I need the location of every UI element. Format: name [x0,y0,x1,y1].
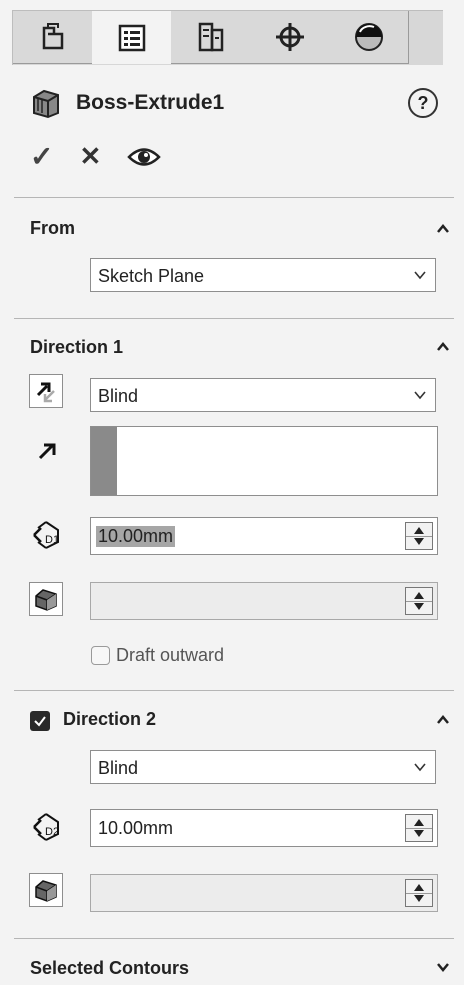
direction2-end-condition-value: Blind [98,758,139,778]
draft-angle-spinner[interactable] [405,879,433,907]
direction2-draft-angle-input[interactable] [90,874,438,912]
chevron-down-icon [414,763,426,772]
chevron-down-icon[interactable] [436,960,450,974]
divider [14,938,454,939]
display-manager-icon [354,23,383,51]
tab-display-manager[interactable] [329,11,409,64]
property-header: Boss-Extrude1 ? [30,88,440,119]
chevron-down-icon [414,271,426,280]
selection-color-bar [91,427,117,495]
page-title: Boss-Extrude1 [76,91,225,114]
direction-arrow-icon [38,443,56,460]
divider [14,690,454,691]
depth-d2-icon: D2 [33,813,59,841]
draft-icon [35,589,57,611]
draft-icon [35,880,57,902]
configuration-manager-icon [198,22,223,52]
divider [14,318,454,319]
action-bar: ✓ ✕ [30,140,162,173]
check-icon [34,716,46,727]
direction2-checkbox[interactable] [30,711,50,731]
selected-contours-section-title: Selected Contours [30,958,190,978]
tab-dimxpert-manager[interactable] [250,11,330,64]
draft-outward-label: Draft outward [116,645,225,665]
depth-d1-icon: D1 [33,521,59,549]
cancel-button[interactable]: ✕ [79,141,101,172]
draft-angle-input[interactable] [90,582,438,620]
chevron-down-icon [414,391,426,400]
direction1-end-condition-select[interactable]: Blind [90,378,436,412]
depth-spinner[interactable] [405,522,433,550]
manager-tabs [12,10,443,65]
property-manager-icon [118,24,145,51]
reverse-direction-button[interactable] [29,374,63,408]
divider [14,197,454,198]
direction2-depth-value: 10.00mm [98,818,174,838]
direction2-end-condition-select[interactable]: Blind [90,750,436,784]
tab-property-manager[interactable] [92,11,172,64]
direction1-end-condition-value: Blind [98,386,139,406]
help-icon[interactable]: ? [408,88,438,118]
chevron-up-icon[interactable] [436,222,450,236]
feature-manager-icon [42,23,63,50]
preview-eye-icon[interactable] [127,144,162,170]
direction-vector-selection-box[interactable] [90,426,438,496]
direction2-draft-button[interactable] [29,873,63,907]
direction2-depth-input[interactable]: 10.00mm [90,809,438,847]
draft-outward-option[interactable]: Draft outward [91,645,224,666]
from-section-title: From [30,218,75,238]
direction1-section-title: Direction 1 [30,337,124,357]
from-select[interactable]: Sketch Plane [90,258,436,292]
from-select-value: Sketch Plane [98,266,205,286]
ok-button[interactable]: ✓ [30,140,53,173]
direction2-section-title: Direction 2 [63,709,157,729]
direction1-depth-value: 10.00mm [96,526,176,547]
depth-spinner[interactable] [405,814,433,842]
draft-on-off-button[interactable] [29,582,63,616]
reverse-direction-icon [36,382,55,403]
boss-extrude-icon [33,89,59,119]
tab-configuration-manager[interactable] [171,11,251,64]
svg-text:D2: D2 [45,826,59,838]
chevron-up-icon[interactable] [436,713,450,727]
direction1-depth-input[interactable]: 10.00mm [90,517,438,555]
chevron-up-icon[interactable] [436,340,450,354]
draft-angle-spinner[interactable] [405,587,433,615]
dimxpert-manager-icon [275,23,304,51]
tab-feature-manager[interactable] [13,11,93,64]
draft-outward-checkbox[interactable] [91,646,110,665]
svg-text:D1: D1 [45,534,59,546]
